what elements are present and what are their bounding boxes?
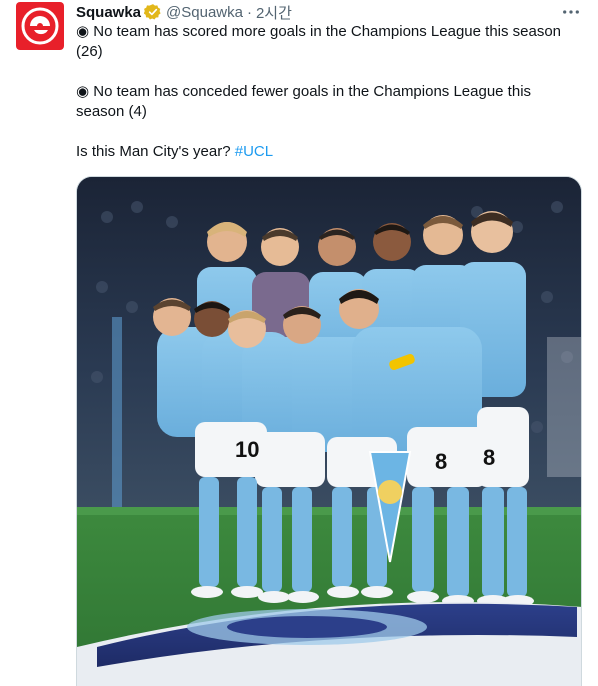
tweet[interactable]: Squawka @Squawka · 2시간 ◉ No team has sco… <box>0 0 598 686</box>
tweet-header: Squawka @Squawka · 2시간 <box>76 2 292 22</box>
tweet-media-photo[interactable]: 10 8 8 <box>76 176 582 686</box>
timestamp[interactable]: 2시간 <box>256 2 292 23</box>
avatar[interactable] <box>16 2 64 50</box>
shorts-number: 8 <box>483 445 495 470</box>
tweet-text: ◉ No team has scored more goals in the C… <box>76 22 582 162</box>
author-name[interactable]: Squawka <box>76 4 141 21</box>
separator: · <box>246 3 252 21</box>
verified-badge-icon <box>144 3 162 21</box>
shorts-number: 10 <box>235 437 259 462</box>
tweet-line: ◉ No team has conceded fewer goals in th… <box>76 83 532 100</box>
tweet-line-last: Is this Man City's year? #UCL <box>76 142 582 162</box>
team-photo-image: 10 8 8 <box>77 177 581 686</box>
author-handle[interactable]: @Squawka <box>166 4 243 21</box>
shorts-number: 8 <box>435 449 447 474</box>
hashtag-link[interactable]: #UCL <box>235 143 273 160</box>
tweet-line: Is this Man City's year? <box>76 143 235 160</box>
more-options-icon[interactable] <box>560 2 582 22</box>
tweet-line <box>76 122 582 142</box>
tweet-line: season (4) <box>76 103 147 120</box>
tweet-line <box>76 62 582 82</box>
tweet-line: (26) <box>76 43 103 60</box>
tweet-line: ◉ No team has scored more goals in the C… <box>76 23 562 40</box>
squawka-logo-icon <box>21 7 59 45</box>
